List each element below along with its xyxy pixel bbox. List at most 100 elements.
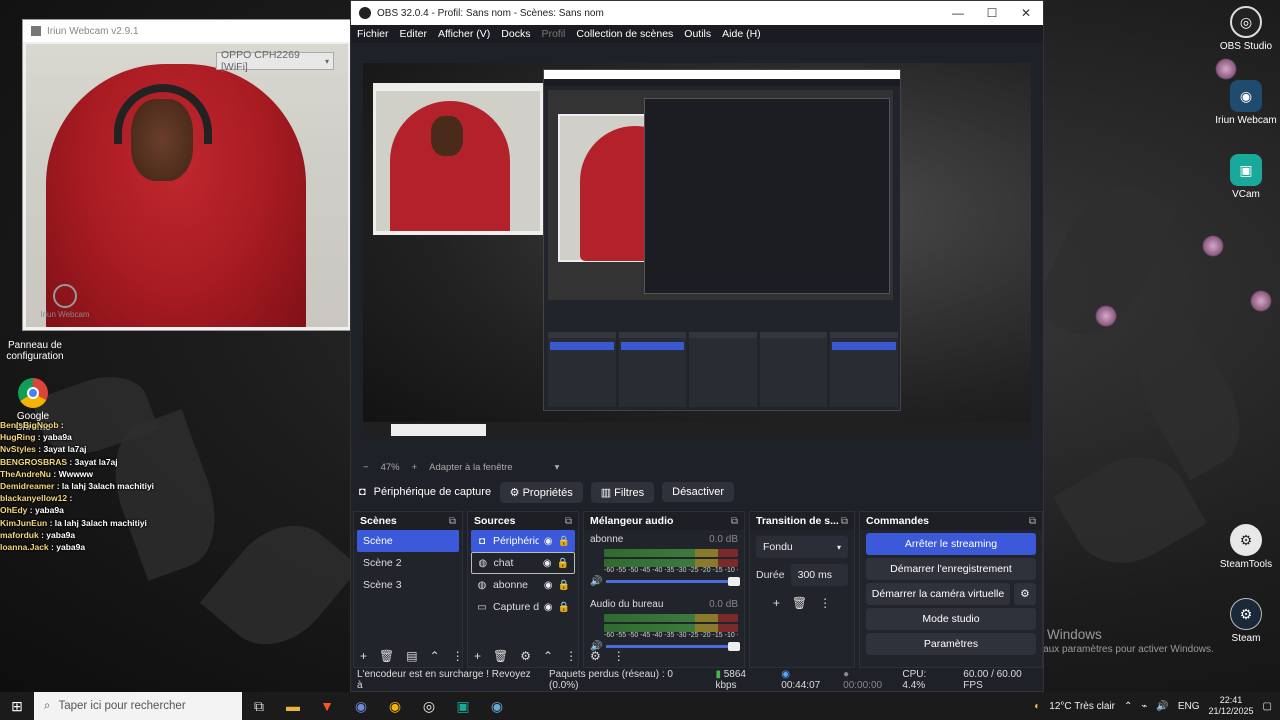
add-source-button[interactable]: + xyxy=(474,649,481,663)
file-explorer-icon[interactable]: ▬ xyxy=(276,692,310,720)
deactivate-button[interactable]: Désactiver xyxy=(662,482,735,502)
tray-expand-icon[interactable]: ⌃ xyxy=(1124,701,1132,712)
taskbar-search[interactable]: ⌕ Taper ici pour rechercher xyxy=(34,692,242,720)
properties-button[interactable]: ⚙ Propriétés xyxy=(499,481,583,503)
volume-slider[interactable] xyxy=(606,642,740,651)
brave-icon[interactable]: ▼ xyxy=(310,692,344,720)
scene-filters-button[interactable]: ▤ xyxy=(406,649,417,663)
minimize-icon[interactable]: — xyxy=(941,6,975,20)
clock[interactable]: 22:41 21/12/2025 xyxy=(1209,695,1254,717)
chat-text: yaba9a xyxy=(42,432,72,443)
menu-collection[interactable]: Collection de scènes xyxy=(576,28,673,40)
more-icon[interactable]: ⋮ xyxy=(565,649,577,663)
chevron-down-icon[interactable]: ▾ xyxy=(555,462,560,473)
eye-icon[interactable]: ◉ xyxy=(544,536,553,547)
scene-item[interactable]: Scène 3 xyxy=(357,574,459,596)
fit-window-label[interactable]: Adapter à la fenêtre xyxy=(429,462,512,473)
device-select[interactable]: OPPO CPH2269 [WiFi] ▾ xyxy=(216,49,334,73)
chat-text: yaba9a xyxy=(34,505,64,516)
menu-aide[interactable]: Aide (H) xyxy=(722,28,761,40)
chrome-icon[interactable]: ◉ xyxy=(378,692,412,720)
notification-icon[interactable]: ▢ xyxy=(1263,701,1272,712)
move-up-button[interactable]: ⌃ xyxy=(543,649,553,663)
desktop-icon-vcam[interactable]: ▣ VCam xyxy=(1211,154,1280,200)
desktop-icon-iriun[interactable]: ◉ Iriun Webcam xyxy=(1211,80,1280,126)
settings-button[interactable]: Paramètres xyxy=(866,633,1036,655)
zoom-out-button[interactable]: − xyxy=(363,462,369,473)
menu-editer[interactable]: Editer xyxy=(400,28,427,40)
scene-item[interactable]: Scène xyxy=(357,530,459,552)
weather-text[interactable]: 12°C Très clair xyxy=(1049,701,1115,712)
add-transition-button[interactable]: + xyxy=(773,596,780,610)
undock-icon[interactable]: ⧉ xyxy=(1029,516,1036,527)
duration-input[interactable]: 300 ms xyxy=(790,564,848,586)
lock-icon[interactable]: 🔒 xyxy=(558,602,570,613)
discord-icon[interactable]: ◉ xyxy=(344,692,378,720)
menu-afficher[interactable]: Afficher (V) xyxy=(438,28,490,40)
iriun-icon[interactable]: ◉ xyxy=(480,692,514,720)
volume-slider[interactable] xyxy=(606,577,740,586)
virtual-camera-settings-icon[interactable]: ⚙ xyxy=(1014,583,1036,605)
desktop-icon-steamtools[interactable]: ⚙ SteamTools xyxy=(1211,524,1280,570)
task-view-icon[interactable]: ⧉ xyxy=(242,692,276,720)
undock-icon[interactable]: ⧉ xyxy=(449,516,456,527)
system-tray: ◐ 12°C Très clair ⌃ ⌁ 🔊 ENG 22:41 21/12/… xyxy=(1034,695,1280,717)
close-icon[interactable]: ✕ xyxy=(1009,6,1043,20)
network-icon[interactable]: ⌁ xyxy=(1141,701,1147,712)
menu-fichier[interactable]: Fichier xyxy=(357,28,389,40)
start-virtual-camera-button[interactable]: Démarrer la caméra virtuelle xyxy=(866,583,1010,605)
zoom-in-button[interactable]: + xyxy=(412,462,418,473)
eye-icon[interactable]: ◉ xyxy=(543,558,552,569)
obs-titlebar[interactable]: OBS 32.0.4 - Profil: Sans nom - Scènes: … xyxy=(351,1,1043,25)
more-icon[interactable]: ⋮ xyxy=(452,649,464,663)
desktop-icon-steam[interactable]: ⚙ Steam xyxy=(1211,598,1280,644)
menu-docks[interactable]: Docks xyxy=(501,28,530,40)
volume-icon[interactable]: 🔊 xyxy=(1156,701,1168,712)
iriun-titlebar[interactable]: Iriun Webcam v2.9.1 xyxy=(23,20,351,42)
desktop-icon-control-panel[interactable]: Panneau de configuration xyxy=(0,340,70,362)
filters-button[interactable]: ▥ Filtres xyxy=(590,481,655,503)
lock-icon[interactable]: 🔒 xyxy=(558,580,570,591)
source-settings-button[interactable]: ⚙ xyxy=(520,649,531,663)
scene-item[interactable]: Scène 2 xyxy=(357,552,459,574)
preview-canvas[interactable] xyxy=(363,63,1031,438)
more-icon[interactable]: ⋮ xyxy=(613,649,625,663)
obs-logo-icon xyxy=(359,7,371,19)
eye-icon[interactable]: ◉ xyxy=(544,580,553,591)
iriun-window[interactable]: Iriun Webcam v2.9.1 OPPO CPH2269 [WiFi] … xyxy=(22,19,352,331)
start-recording-button[interactable]: Démarrer l'enregistrement xyxy=(866,558,1036,580)
chat-message: NvStyles : 3ayat la7aj xyxy=(0,444,87,455)
language-indicator[interactable]: ENG xyxy=(1178,701,1200,712)
more-icon[interactable]: ⋮ xyxy=(819,596,831,610)
desktop-icon-obs[interactable]: ◎ OBS Studio xyxy=(1211,6,1280,52)
lock-icon[interactable]: 🔒 xyxy=(557,558,569,569)
remove-scene-button[interactable]: 🗑 xyxy=(379,649,394,663)
vcam-icon[interactable]: ▣ xyxy=(446,692,480,720)
undock-icon[interactable]: ⧉ xyxy=(565,516,572,527)
move-up-button[interactable]: ⌃ xyxy=(430,649,440,663)
source-item[interactable]: ▭ Capture d' ◉ 🔒 xyxy=(471,596,575,618)
windows-start-icon[interactable]: ⊞ xyxy=(0,692,34,720)
maximize-icon[interactable]: ☐ xyxy=(975,6,1009,20)
undock-icon[interactable]: ⧉ xyxy=(731,516,738,527)
obs-window[interactable]: OBS 32.0.4 - Profil: Sans nom - Scènes: … xyxy=(350,0,1044,692)
source-item[interactable]: ◍ abonne ◉ 🔒 xyxy=(471,574,575,596)
remove-transition-button[interactable]: 🗑 xyxy=(792,596,807,610)
obs-icon[interactable]: ◎ xyxy=(412,692,446,720)
remove-source-button[interactable]: 🗑 xyxy=(493,649,508,663)
menu-outils[interactable]: Outils xyxy=(684,28,711,40)
chat-username: Demidreamer xyxy=(0,480,55,491)
source-item[interactable]: ◍ chat ◉ 🔒 xyxy=(471,552,575,574)
mixer-settings-icon[interactable]: ⚙ xyxy=(590,649,601,663)
channel-db: 0.0 dB xyxy=(709,599,738,610)
studio-mode-button[interactable]: Mode studio xyxy=(866,608,1036,630)
add-scene-button[interactable]: + xyxy=(360,649,367,663)
lock-icon[interactable]: 🔒 xyxy=(558,536,570,547)
undock-icon[interactable]: ⧉ xyxy=(841,516,848,527)
source-item[interactable]: ◘ Périphérique ◉ 🔒 xyxy=(471,530,575,552)
stop-streaming-button[interactable]: Arrêter le streaming xyxy=(866,533,1036,555)
eye-icon[interactable]: ◉ xyxy=(544,602,553,613)
transition-select[interactable]: Fondu ▾ xyxy=(756,536,848,558)
speaker-icon[interactable]: 🔊 xyxy=(590,576,602,587)
menu-profil[interactable]: Profil xyxy=(541,28,565,40)
